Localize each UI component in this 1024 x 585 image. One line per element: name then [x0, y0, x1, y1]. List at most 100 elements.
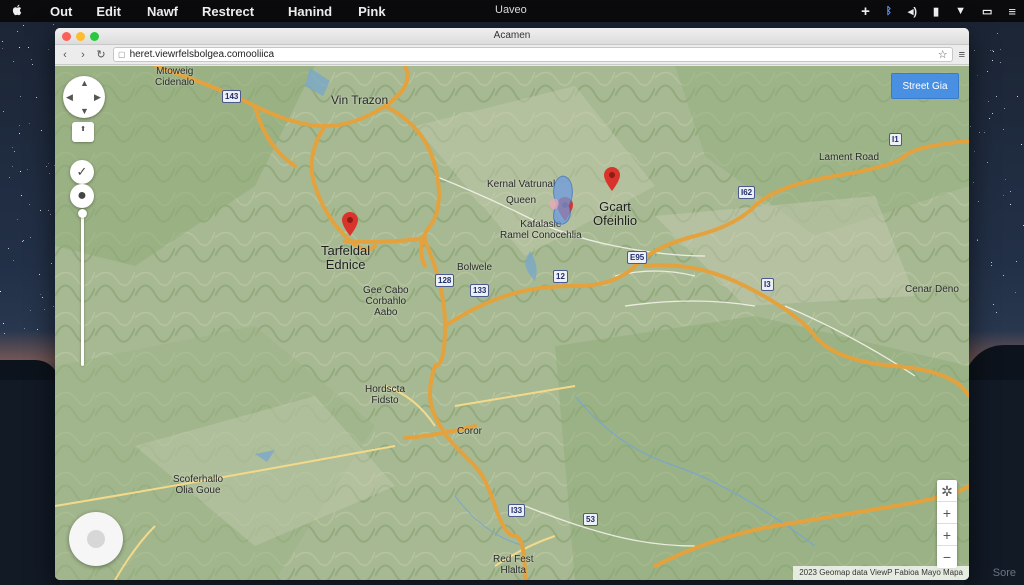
status-icons: + ᛒ ◂) ▮ ▼ ▭ ≡ — [861, 0, 1016, 22]
star-dot — [1016, 261, 1018, 263]
map-label: Kernal Vatrunal — [487, 179, 556, 190]
location-dot-icon[interactable]: ● — [70, 184, 94, 208]
map-label: Coror — [457, 426, 483, 437]
map-label: Scoferhallo Olia Goue — [173, 474, 224, 496]
star-dot — [976, 240, 978, 242]
highway-shield: 128 — [435, 274, 455, 287]
menubar: Out Edit Nawf Restrect Hanind Pink Uaveo… — [0, 0, 1024, 22]
star-dot — [50, 263, 52, 265]
terrain-layer — [55, 66, 969, 580]
star-dot — [40, 294, 42, 296]
star-dot — [24, 327, 26, 329]
star-dot — [19, 95, 21, 97]
wifi-icon[interactable]: ▼ — [955, 5, 966, 17]
star-dot — [984, 132, 986, 134]
star-dot — [1003, 274, 1005, 276]
star-dot — [991, 49, 993, 51]
display-icon[interactable]: ▭ — [982, 5, 992, 18]
menu-icon[interactable]: ≡ — [1008, 4, 1016, 19]
pan-right-icon[interactable]: ▶ — [94, 92, 101, 103]
star-dot — [990, 49, 992, 51]
star-dot — [36, 96, 38, 98]
menu-item[interactable]: Nawf — [147, 4, 178, 19]
window-title: Acamen — [493, 30, 531, 41]
joystick-knob[interactable] — [87, 530, 105, 548]
desktop-water — [964, 380, 1024, 585]
star-dot — [974, 50, 976, 52]
menu-item[interactable]: Edit — [96, 4, 121, 19]
star-dot — [1016, 95, 1018, 97]
highway-shield: I33 — [508, 504, 526, 517]
map-pin-icon[interactable] — [342, 212, 358, 236]
menu-item[interactable]: Restrect — [202, 4, 254, 19]
zoom-box[interactable]: ⬆ — [72, 122, 94, 142]
pan-up-icon[interactable]: ▲ — [80, 78, 89, 88]
star-dot — [52, 24, 54, 26]
joystick-control[interactable] — [69, 512, 123, 566]
star-dot — [46, 166, 48, 168]
pan-down-icon[interactable]: ▼ — [80, 106, 89, 116]
star-dot — [2, 48, 4, 50]
map-label: Vin Trazon — [331, 93, 389, 107]
star-dot — [976, 74, 978, 76]
highway-shield: I1 — [889, 133, 902, 146]
battery-icon[interactable]: ▮ — [933, 5, 939, 18]
menu-item[interactable]: Hanind — [288, 4, 332, 19]
back-button[interactable]: ‹ — [59, 49, 71, 61]
star-dot — [0, 291, 2, 293]
plus-icon[interactable]: + — [861, 3, 870, 20]
map-canvas[interactable]: Mtoweig Cidenalo Vin Trazon Lament Road … — [55, 66, 969, 580]
map-pin-icon[interactable] — [604, 167, 620, 191]
star-dot — [996, 95, 998, 97]
bluetooth-icon[interactable]: ᛒ — [886, 6, 892, 17]
menu-item[interactable]: Pink — [358, 4, 385, 19]
reload-button[interactable]: ↻ — [95, 48, 107, 61]
star-dot — [1002, 128, 1004, 130]
star-dot — [8, 176, 10, 178]
star-dot — [16, 31, 18, 33]
map-label: Lament Road — [819, 152, 880, 163]
star-dot — [2, 111, 4, 113]
star-dot — [991, 113, 993, 115]
star-dot — [20, 194, 22, 196]
apple-icon[interactable] — [6, 4, 28, 19]
map-label: Mtoweig Cidenalo — [155, 66, 195, 88]
desktop-water — [0, 380, 60, 585]
zoom-out-button[interactable]: − — [937, 546, 957, 568]
browser-menu-icon[interactable]: ≡ — [959, 49, 965, 61]
zoom-in-button[interactable]: + — [937, 502, 957, 524]
highway-shield: I3 — [761, 278, 774, 291]
pan-left-icon[interactable]: ◀ — [66, 92, 73, 103]
url-text: heret.viewrfelsbolgea.comooliica — [129, 49, 275, 60]
menu-item[interactable]: Out — [50, 4, 72, 19]
star-dot — [1004, 107, 1006, 109]
bookmark-star-icon[interactable]: ☆ — [938, 48, 948, 61]
star-dot — [27, 47, 29, 49]
map-label: Tarfeldal Ednice — [321, 243, 371, 273]
url-bar[interactable]: ▢ heret.viewrfelsbolgea.comooliica ☆ — [113, 47, 953, 62]
map-label: Red Fest Hlalta — [493, 554, 534, 576]
volume-icon[interactable]: ◂) — [908, 5, 917, 18]
highway-shield: 12 — [553, 270, 568, 283]
desktop-corner-label: Sore — [992, 567, 1016, 579]
star-dot — [1000, 49, 1002, 51]
star-dot — [1014, 291, 1016, 293]
browser-window: Acamen ‹ › ↻ ▢ heret.viewrfelsbolgea.com… — [55, 28, 969, 580]
star-dot — [13, 259, 15, 261]
gear-icon[interactable]: ✲ — [937, 480, 957, 502]
checkmark-icon[interactable]: ✓ — [70, 160, 94, 184]
map-label: Gee Cabo Corbahlo Aabo — [363, 285, 409, 318]
star-dot — [993, 50, 995, 52]
star-dot — [22, 24, 24, 26]
zoom-controls: ✲ + + − — [937, 480, 957, 568]
street-view-button[interactable]: Street Gia — [891, 73, 959, 99]
star-dot — [989, 117, 991, 119]
pan-control[interactable]: ▲ ▼ ◀ ▶ — [63, 76, 105, 118]
star-dot — [13, 61, 15, 63]
zoom-slider-knob[interactable] — [78, 209, 87, 218]
zoom-in-button[interactable]: + — [937, 524, 957, 546]
star-dot — [987, 101, 989, 103]
star-dot — [973, 181, 975, 183]
forward-button[interactable]: › — [77, 49, 89, 61]
zoom-slider-track[interactable] — [81, 211, 84, 366]
